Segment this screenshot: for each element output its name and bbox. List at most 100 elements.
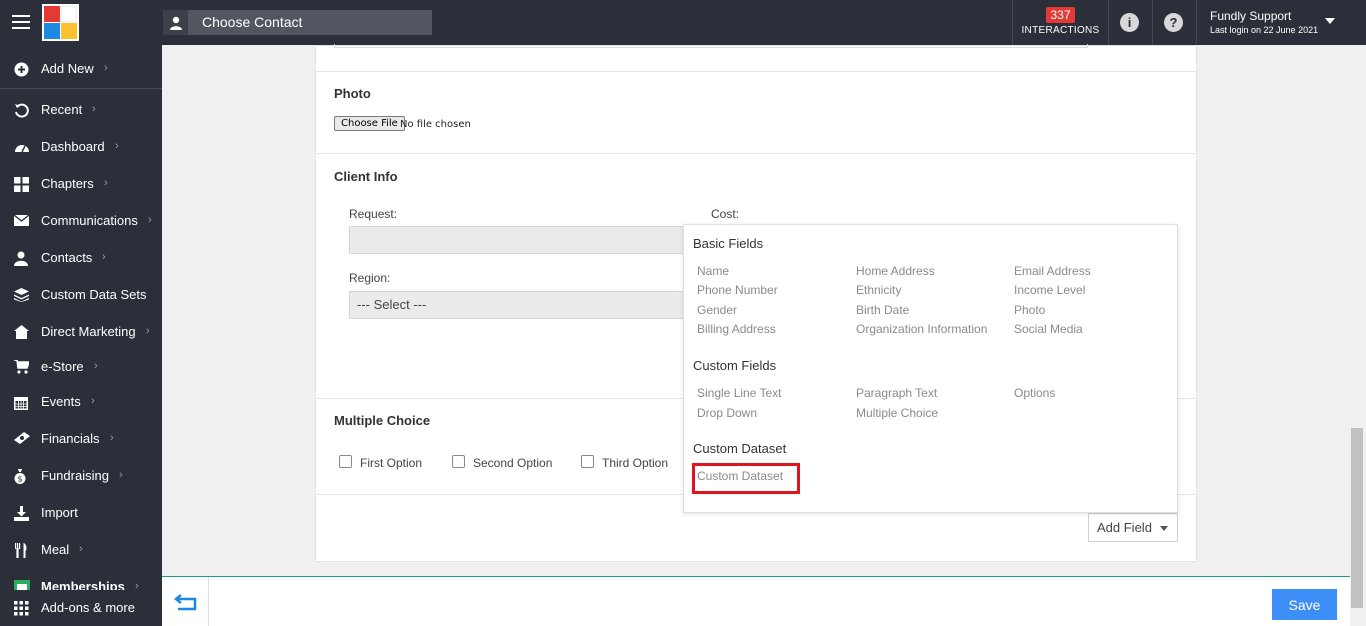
sidebar-item-label: Meal bbox=[41, 542, 70, 557]
history-icon bbox=[14, 103, 30, 118]
info-icon[interactable]: i bbox=[1120, 13, 1139, 32]
user-name: Fundly Support bbox=[1210, 9, 1292, 23]
sidebar-addons-item[interactable]: Add-ons & more bbox=[0, 590, 162, 626]
sidebar-item-events[interactable]: Events › bbox=[0, 387, 162, 417]
request-input[interactable] bbox=[349, 226, 689, 254]
field-option-birth-date[interactable]: Birth Date bbox=[856, 303, 909, 317]
chevron-right-icon: › bbox=[91, 395, 95, 407]
sidebar-item-label: Events bbox=[41, 394, 81, 409]
choose-contact-selector[interactable]: Choose Contact bbox=[163, 10, 432, 35]
envelope-icon bbox=[13, 214, 30, 228]
field-option-social-media[interactable]: Social Media bbox=[1014, 322, 1083, 336]
third-option-label: Third Option bbox=[602, 456, 669, 470]
sidebar-item-label: Dashboard bbox=[41, 139, 105, 154]
chevron-down-icon[interactable] bbox=[1325, 18, 1335, 24]
interactions-count-badge: 337 bbox=[1046, 7, 1075, 23]
sidebar-item-chapters[interactable]: Chapters › bbox=[0, 169, 162, 199]
first-option-checkbox[interactable] bbox=[339, 455, 352, 468]
interactions-button[interactable]: 337 INTERACTIONS bbox=[1013, 0, 1108, 45]
field-option-multiple-choice[interactable]: Multiple Choice bbox=[856, 406, 938, 420]
back-button[interactable] bbox=[162, 577, 209, 626]
sidebar-item-import[interactable]: Import bbox=[0, 498, 162, 528]
sidebar-item-label: Fundraising bbox=[41, 468, 109, 483]
bottom-action-bar: Save bbox=[162, 576, 1350, 626]
chevron-right-icon: › bbox=[79, 543, 83, 555]
layers-icon bbox=[14, 288, 30, 302]
choose-contact-label: Choose Contact bbox=[202, 14, 303, 30]
chevron-right-icon: › bbox=[104, 177, 108, 189]
moneybag-icon: $ bbox=[14, 469, 30, 484]
sidebar-item-recent[interactable]: Recent › bbox=[0, 95, 162, 125]
sidebar-item-financials[interactable]: Financials › bbox=[0, 424, 162, 454]
chevron-right-icon: › bbox=[104, 62, 108, 74]
field-option-ethnicity[interactable]: Ethnicity bbox=[856, 283, 901, 297]
sidebar: Add New › Recent › Dashboard › Chapters › Commun… bbox=[0, 45, 162, 626]
sidebar-item-meal[interactable]: Meal › bbox=[0, 535, 162, 565]
sidebar-item-dashboard[interactable]: Dashboard › bbox=[0, 132, 162, 162]
sidebar-divider bbox=[0, 88, 162, 89]
sidebar-item-add-new[interactable]: Add New › bbox=[0, 54, 162, 84]
section-divider bbox=[316, 71, 1196, 72]
sidebar-item-custom-data-sets[interactable]: Custom Data Sets bbox=[0, 280, 162, 310]
cart-icon bbox=[14, 359, 31, 374]
app-logo[interactable] bbox=[42, 4, 79, 41]
home-icon bbox=[14, 325, 30, 339]
sidebar-item-direct-marketing[interactable]: Direct Marketing › bbox=[0, 317, 162, 347]
region-label: Region: bbox=[349, 271, 391, 285]
sidebar-item-communications[interactable]: Communications › bbox=[0, 206, 162, 236]
field-option-billing-address[interactable]: Billing Address bbox=[697, 322, 776, 336]
sidebar-item-label: Import bbox=[41, 505, 78, 520]
region-select[interactable]: --- Select --- bbox=[349, 291, 689, 319]
sidebar-item-e-store[interactable]: e-Store › bbox=[0, 352, 162, 382]
utensils-icon bbox=[14, 543, 30, 558]
divider bbox=[1152, 0, 1153, 45]
person-icon bbox=[163, 10, 188, 35]
region-select-value: --- Select --- bbox=[357, 297, 427, 312]
dashboard-gauge-icon bbox=[14, 140, 30, 154]
field-option-options[interactable]: Options bbox=[1014, 386, 1055, 400]
field-option-name[interactable]: Name bbox=[697, 264, 729, 278]
caret-down-icon bbox=[1160, 526, 1168, 531]
sidebar-item-fundraising[interactable]: $ Fundraising › bbox=[0, 461, 162, 491]
field-option-phone-number[interactable]: Phone Number bbox=[697, 283, 778, 297]
field-option-single-line-text[interactable]: Single Line Text bbox=[697, 386, 782, 400]
field-option-home-address[interactable]: Home Address bbox=[856, 264, 935, 278]
chevron-right-icon: › bbox=[115, 140, 119, 152]
section-divider bbox=[316, 153, 1196, 154]
chevron-right-icon: › bbox=[92, 103, 96, 115]
field-option-gender[interactable]: Gender bbox=[697, 303, 737, 317]
field-option-paragraph-text[interactable]: Paragraph Text bbox=[856, 386, 937, 400]
user-menu[interactable]: Fundly Support Last login on 22 June 202… bbox=[1210, 9, 1318, 35]
sidebar-item-label: e-Store bbox=[41, 359, 84, 374]
sidebar-item-label: Add New bbox=[41, 61, 94, 76]
first-option-label: First Option bbox=[360, 456, 423, 470]
sidebar-item-label: Direct Marketing bbox=[41, 324, 136, 339]
request-label: Request: bbox=[349, 207, 398, 221]
help-icon[interactable]: ? bbox=[1164, 13, 1183, 32]
money-icon bbox=[14, 432, 30, 446]
field-option-photo[interactable]: Photo bbox=[1014, 303, 1045, 317]
choose-file-button[interactable]: Choose File bbox=[334, 116, 405, 131]
custom-dataset-heading: Custom Dataset bbox=[693, 441, 787, 456]
top-bar: Choose Contact 337 INTERACTIONS i ? Fund… bbox=[0, 0, 1366, 45]
field-option-drop-down[interactable]: Drop Down bbox=[697, 406, 757, 420]
field-option-income-level[interactable]: Income Level bbox=[1014, 283, 1085, 297]
previous-field-input[interactable] bbox=[334, 44, 1088, 48]
import-icon bbox=[14, 506, 30, 521]
field-option-organization-information[interactable]: Organization Information bbox=[856, 322, 987, 336]
field-option-email-address[interactable]: Email Address bbox=[1014, 264, 1091, 278]
chevron-right-icon: › bbox=[102, 251, 106, 263]
multiple-choice-section-title: Multiple Choice bbox=[334, 413, 431, 428]
basic-fields-heading: Basic Fields bbox=[693, 236, 764, 251]
sidebar-item-contacts[interactable]: Contacts › bbox=[0, 243, 162, 273]
no-file-chosen-text: No file chosen bbox=[400, 119, 471, 130]
add-field-dropdown[interactable]: Add Field bbox=[1088, 513, 1178, 542]
second-option-checkbox[interactable] bbox=[452, 455, 465, 468]
sidebar-item-label: Communications bbox=[41, 213, 138, 228]
third-option-checkbox[interactable] bbox=[581, 455, 594, 468]
add-field-menu: Basic Fields Name Home Address Email Add… bbox=[683, 224, 1178, 513]
save-button[interactable]: Save bbox=[1272, 589, 1337, 620]
scrollbar-thumb[interactable] bbox=[1351, 428, 1363, 608]
sidebar-item-label: Chapters bbox=[41, 176, 94, 191]
hamburger-menu-icon[interactable] bbox=[12, 15, 30, 29]
